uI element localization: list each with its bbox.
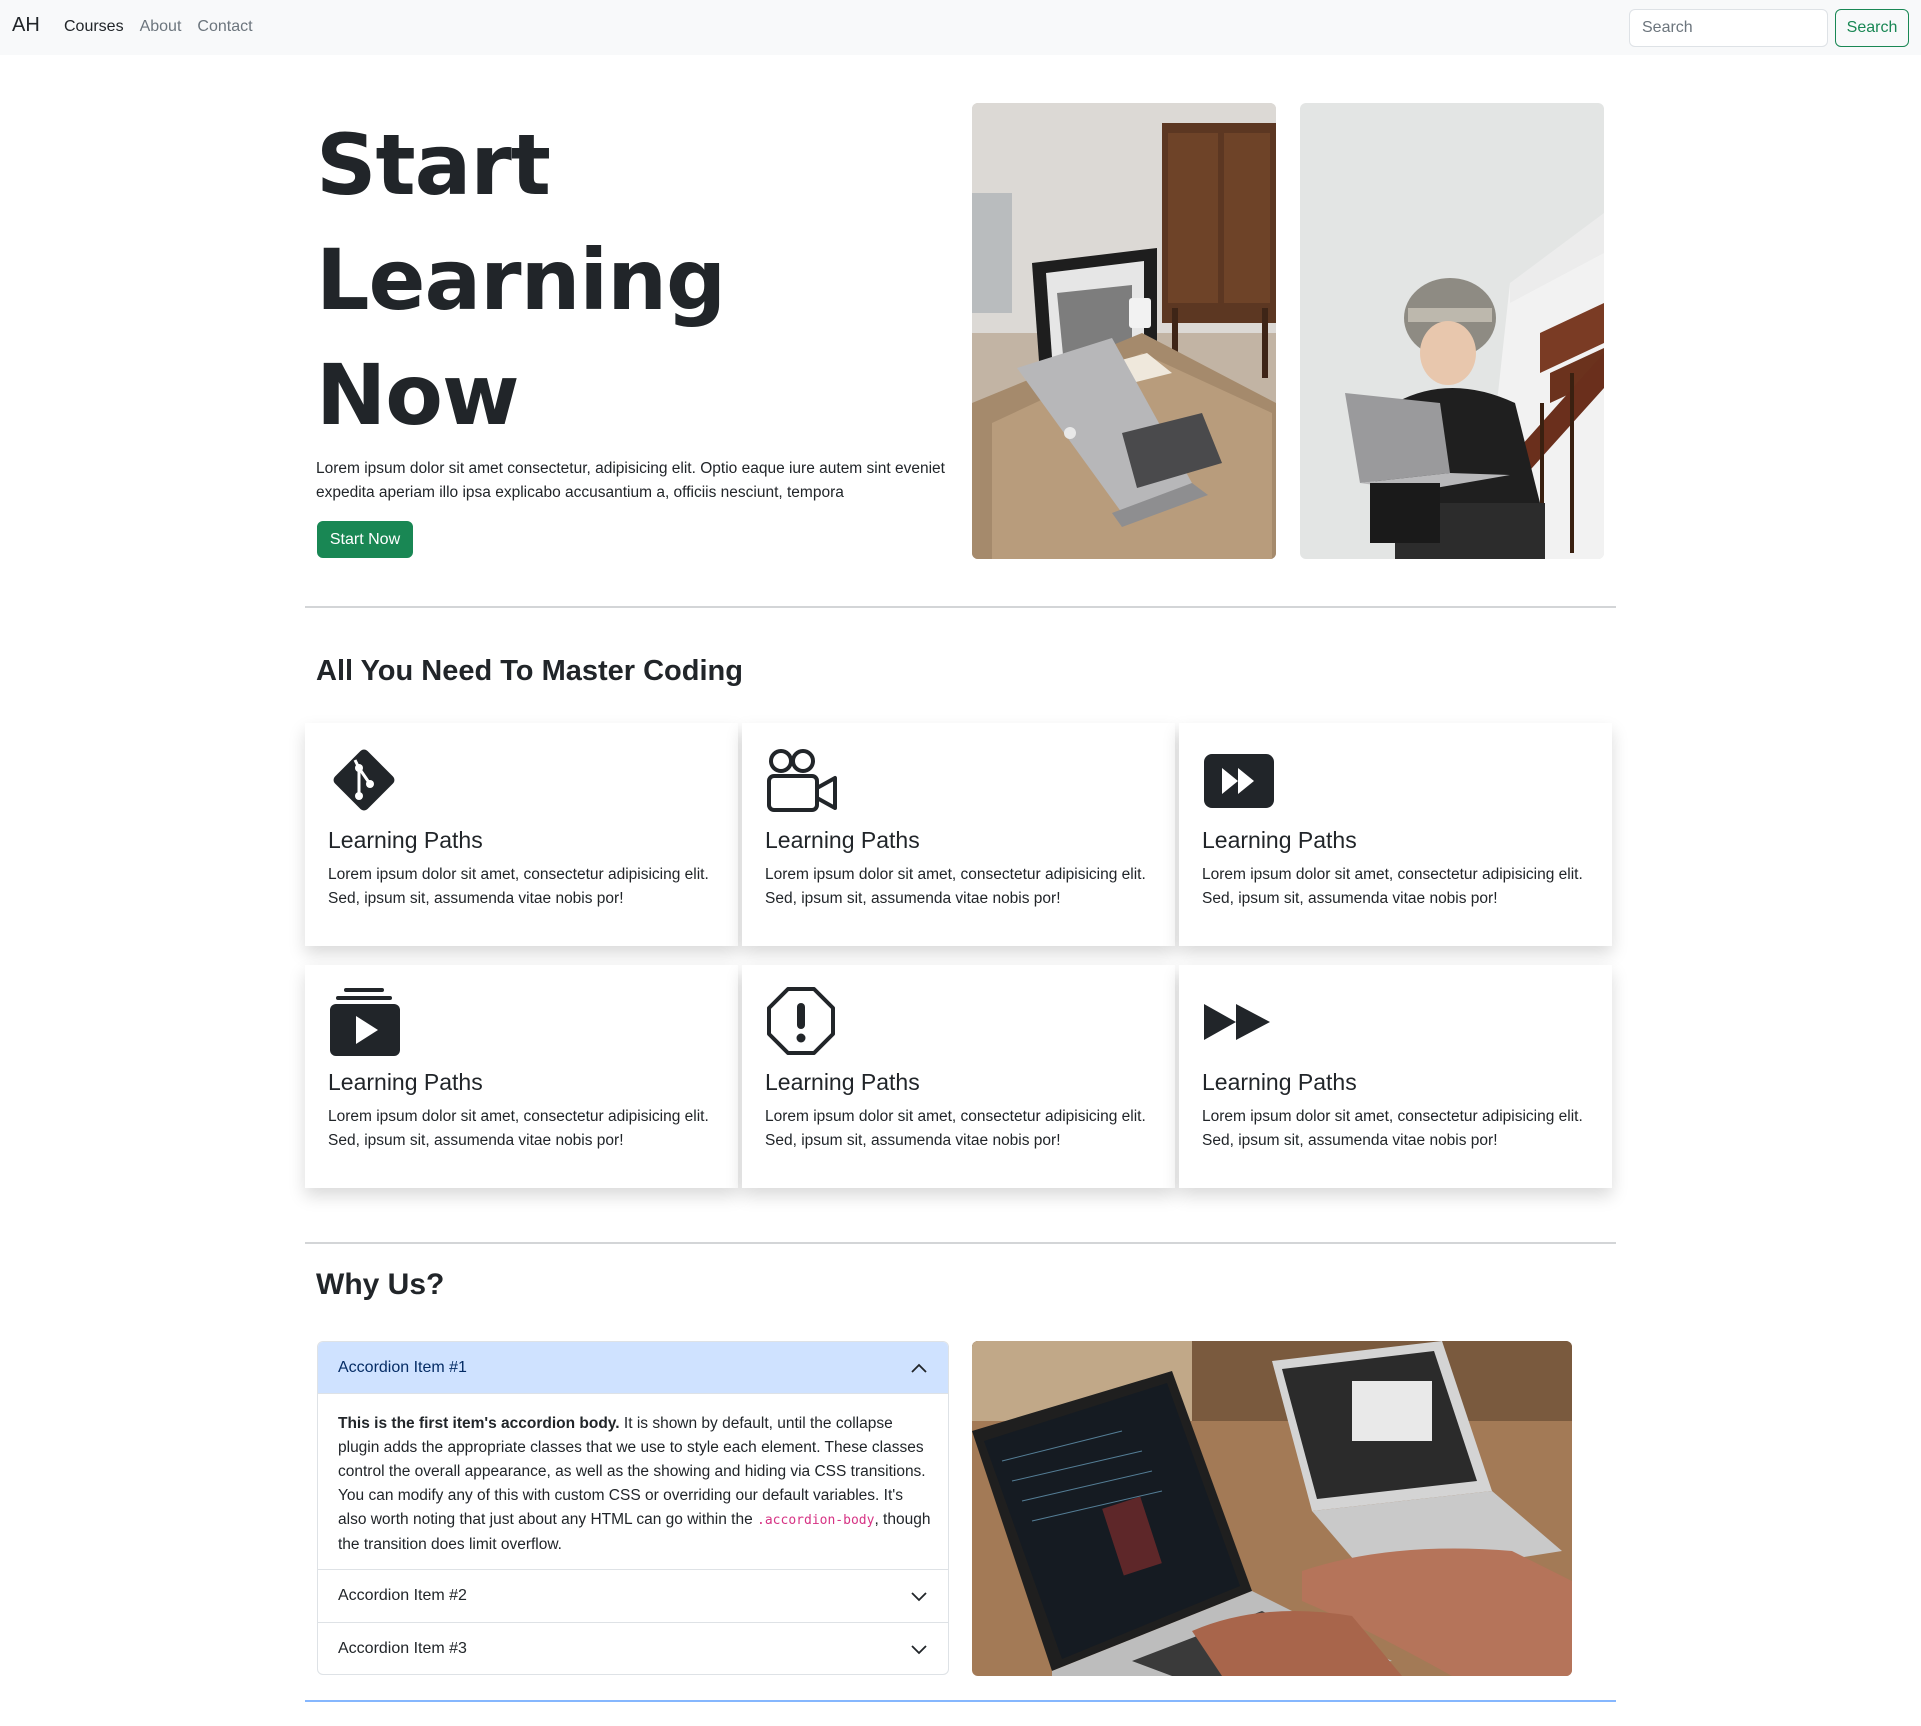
accordion-item-label: Accordion Item #1: [338, 1358, 467, 1376]
hero-image-laptop-on-rug: [972, 103, 1276, 559]
card-text: Lorem ipsum dolor sit amet, consectetur …: [1202, 866, 1583, 907]
card-title: Learning Paths: [1202, 827, 1357, 853]
hero-title-line: Now: [316, 346, 520, 444]
accordion-item-3-header[interactable]: Accordion Item #3: [318, 1623, 948, 1674]
card-text: Lorem ipsum dolor sit amet, consectetur …: [765, 1108, 1146, 1149]
search-button[interactable]: Search: [1835, 9, 1909, 47]
chevron-down-icon: [911, 1645, 927, 1655]
brand-logo[interactable]: AH: [12, 14, 40, 37]
hero-title-line: Start: [316, 116, 551, 214]
accordion: Accordion Item #1 This is the first item…: [317, 1341, 949, 1675]
chevron-down-icon: [911, 1592, 927, 1602]
git-icon: [333, 749, 395, 811]
camera-reels-icon: [767, 749, 837, 812]
navbar: AH Courses About Contact Search: [0, 0, 1921, 55]
accordion-item-2-header[interactable]: Accordion Item #2: [318, 1570, 948, 1622]
hero-title: Start Learning Now: [316, 108, 956, 453]
section-divider: [305, 606, 1616, 608]
nav-link-contact[interactable]: Contact: [197, 18, 252, 36]
card-text: Lorem ipsum dolor sit amet, consectetur …: [765, 866, 1146, 907]
feature-card[interactable]: Learning Paths Lorem ipsum dolor sit ame…: [305, 965, 738, 1188]
feature-card[interactable]: Learning Paths Lorem ipsum dolor sit ame…: [305, 723, 738, 946]
card-title: Learning Paths: [765, 1069, 920, 1095]
start-now-button[interactable]: Start Now: [317, 521, 413, 558]
card-text: Lorem ipsum dolor sit amet, consectetur …: [328, 866, 709, 907]
card-title: Learning Paths: [328, 1069, 483, 1095]
nav-link-courses[interactable]: Courses: [64, 18, 124, 36]
why-us-image-laptops: [972, 1341, 1572, 1676]
hero-image-person-on-stairs: [1300, 103, 1604, 559]
nav-link-about[interactable]: About: [140, 18, 182, 36]
exclamation-octagon-icon: [767, 987, 835, 1055]
card-title: Learning Paths: [328, 827, 483, 853]
fast-forward-icon: [1204, 1004, 1270, 1040]
feature-card[interactable]: Learning Paths Lorem ipsum dolor sit ame…: [1179, 965, 1612, 1188]
section-divider: [305, 1700, 1616, 1702]
hero-title-line: Learning: [316, 231, 726, 329]
fast-forward-btn-icon: [1204, 754, 1274, 808]
accordion-body-code: .accordion-body: [757, 1513, 875, 1528]
accordion-item-1-body: This is the first item's accordion body.…: [338, 1412, 933, 1557]
hero-description: Lorem ipsum dolor sit amet consectetur, …: [316, 460, 945, 501]
accordion-item-label: Accordion Item #2: [338, 1587, 467, 1604]
accordion-item-1-header[interactable]: Accordion Item #1: [318, 1342, 948, 1394]
card-title: Learning Paths: [765, 827, 920, 853]
feature-card[interactable]: Learning Paths Lorem ipsum dolor sit ame…: [742, 723, 1175, 946]
card-text: Lorem ipsum dolor sit amet, consectetur …: [328, 1108, 709, 1149]
card-text: Lorem ipsum dolor sit amet, consectetur …: [1202, 1108, 1583, 1149]
why-us-title: Why Us?: [316, 1268, 445, 1301]
chevron-up-icon: [911, 1363, 927, 1373]
search-input[interactable]: [1629, 9, 1828, 47]
feature-card[interactable]: Learning Paths Lorem ipsum dolor sit ame…: [742, 965, 1175, 1188]
section-divider: [305, 1242, 1616, 1244]
accordion-body-strong: This is the first item's accordion body.: [338, 1415, 620, 1432]
feature-card[interactable]: Learning Paths Lorem ipsum dolor sit ame…: [1179, 723, 1612, 946]
features-title: All You Need To Master Coding: [316, 655, 743, 687]
collection-play-icon: [330, 988, 400, 1056]
accordion-item-label: Accordion Item #3: [338, 1640, 467, 1657]
card-title: Learning Paths: [1202, 1069, 1357, 1095]
nav-links: Courses About Contact: [64, 18, 253, 36]
